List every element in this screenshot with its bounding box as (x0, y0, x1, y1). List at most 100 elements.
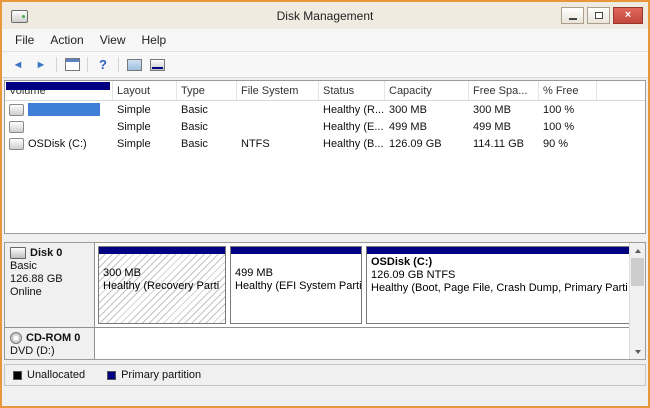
unallocated-swatch (13, 371, 22, 380)
scroll-down-button[interactable] (630, 344, 645, 359)
partition-info: 499 MB Healthy (EFI System Partit (231, 254, 361, 295)
close-button[interactable]: × (613, 7, 643, 24)
forward-icon[interactable]: ► (31, 56, 51, 74)
minimize-button[interactable] (561, 7, 584, 24)
volume-icon (9, 121, 24, 133)
disk0-name: Disk 0 (30, 247, 62, 259)
window-pane-icon (65, 58, 80, 71)
cell-pct-free: 90 % (539, 138, 597, 150)
menu-action[interactable]: Action (42, 30, 91, 50)
primary-partition-swatch (107, 371, 116, 380)
volume-name: OSDisk (C:) (28, 138, 87, 150)
partition-status: Healthy (Recovery Parti (103, 280, 221, 293)
redaction-bar (6, 82, 110, 90)
disk0-capacity: 126.88 GB (10, 273, 89, 286)
toolbar-separator (87, 57, 88, 72)
volume-row-recovery[interactable]: Simple Basic Healthy (R... 300 MB 300 MB… (5, 101, 645, 118)
partition-info: 300 MB Healthy (Recovery Parti (99, 254, 225, 295)
disk0-status: Online (10, 286, 89, 299)
cell-layout: Simple (113, 104, 177, 116)
storage-icon[interactable] (147, 56, 167, 74)
column-filler (597, 81, 645, 100)
scroll-up-button[interactable] (630, 243, 645, 258)
legend-unallocated: Unallocated (13, 369, 85, 381)
menu-view[interactable]: View (92, 30, 134, 50)
app-icon (11, 10, 28, 23)
cell-layout: Simple (113, 121, 177, 133)
computer-icon[interactable] (124, 56, 144, 74)
maximize-button[interactable] (587, 7, 610, 24)
maximize-icon (595, 12, 603, 19)
titlebar[interactable]: Disk Management × (2, 2, 648, 29)
cell-type: Basic (177, 104, 237, 116)
cdrom-row: CD-ROM 0 DVD (D:) (5, 328, 645, 360)
column-capacity[interactable]: Capacity (385, 81, 469, 100)
partition-status: Healthy (EFI System Partit (235, 280, 357, 293)
cell-type: Basic (177, 138, 237, 150)
partition-status: Healthy (Boot, Page File, Crash Dump, Pr… (371, 282, 628, 295)
window-title: Disk Management (2, 9, 648, 23)
column-file-system[interactable]: File System (237, 81, 319, 100)
unallocated-label: Unallocated (27, 369, 85, 381)
minimize-icon (569, 18, 577, 20)
disk0-header[interactable]: Disk 0 Basic 126.88 GB Online (5, 243, 95, 327)
partition-color-bar (231, 247, 361, 254)
cell-status: Healthy (B... (319, 138, 385, 150)
cell-capacity: 300 MB (385, 104, 469, 116)
cell-free-space: 499 MB (469, 121, 539, 133)
cell-free-space: 300 MB (469, 104, 539, 116)
primary-partition-label: Primary partition (121, 369, 201, 381)
volume-row-osdisk[interactable]: OSDisk (C:) Simple Basic NTFS Healthy (B… (5, 135, 645, 152)
disk0-type: Basic (10, 260, 89, 273)
window-controls: × (561, 7, 643, 24)
cdrom-title: CD-ROM 0 (10, 332, 89, 344)
column-free-space[interactable]: Free Spa... (469, 81, 539, 100)
column-type[interactable]: Type (177, 81, 237, 100)
cd-icon (10, 332, 22, 344)
cell-pct-free: 100 % (539, 104, 597, 116)
volume-icon (9, 104, 24, 116)
volume-row-efi[interactable]: Simple Basic Healthy (E... 499 MB 499 MB… (5, 118, 645, 135)
cell-layout: Simple (113, 138, 177, 150)
console-tree-icon[interactable] (62, 56, 82, 74)
toolbar-separator (56, 57, 57, 72)
cell-status: Healthy (R... (319, 104, 385, 116)
volume-name-cell (5, 103, 113, 116)
cdrom-header[interactable]: CD-ROM 0 DVD (D:) (5, 328, 95, 360)
menu-file[interactable]: File (7, 30, 42, 50)
cdrom-name: CD-ROM 0 (26, 332, 80, 344)
partition-size: 499 MB (235, 267, 357, 280)
partition-info: OSDisk (C:) 126.09 GB NTFS Healthy (Boot… (367, 254, 632, 297)
menu-help[interactable]: Help (134, 30, 175, 50)
help-icon[interactable]: ? (93, 56, 113, 74)
disk0-row: Disk 0 Basic 126.88 GB Online 300 MB Hea… (5, 243, 645, 328)
cell-status: Healthy (E... (319, 121, 385, 133)
column-status[interactable]: Status (319, 81, 385, 100)
toolbar-separator (118, 57, 119, 72)
cell-capacity: 126.09 GB (385, 138, 469, 150)
cdrom-type: DVD (D:) (10, 345, 89, 358)
partition-size: 300 MB (103, 267, 221, 280)
column-layout[interactable]: Layout (113, 81, 177, 100)
partition-osdisk[interactable]: OSDisk (C:) 126.09 GB NTFS Healthy (Boot… (366, 246, 633, 324)
back-icon[interactable]: ◄ (8, 56, 28, 74)
scrollbar[interactable] (629, 243, 645, 359)
volume-name-cell: OSDisk (C:) (5, 138, 113, 150)
graphical-view-pane: Disk 0 Basic 126.88 GB Online 300 MB Hea… (4, 242, 646, 360)
volume-icon (9, 138, 24, 150)
partition-efi[interactable]: 499 MB Healthy (EFI System Partit (230, 246, 362, 324)
partition-strip: 300 MB Healthy (Recovery Parti 499 MB He… (95, 243, 636, 327)
cell-free-space: 114.11 GB (469, 138, 539, 150)
partition-size: 126.09 GB NTFS (371, 269, 628, 282)
menubar: File Action View Help (2, 29, 648, 52)
volume-list-pane: Volume Layout Type File System Status Ca… (4, 80, 646, 234)
column-pct-free[interactable]: % Free (539, 81, 597, 100)
scroll-thumb[interactable] (631, 258, 644, 286)
partition-color-bar (367, 247, 632, 254)
toolbar: ◄ ► ? (2, 52, 648, 78)
cell-pct-free: 100 % (539, 121, 597, 133)
partition-recovery[interactable]: 300 MB Healthy (Recovery Parti (98, 246, 226, 324)
legend-bar: Unallocated Primary partition (4, 364, 646, 386)
partition-name: OSDisk (C:) (371, 256, 628, 269)
cell-capacity: 499 MB (385, 121, 469, 133)
